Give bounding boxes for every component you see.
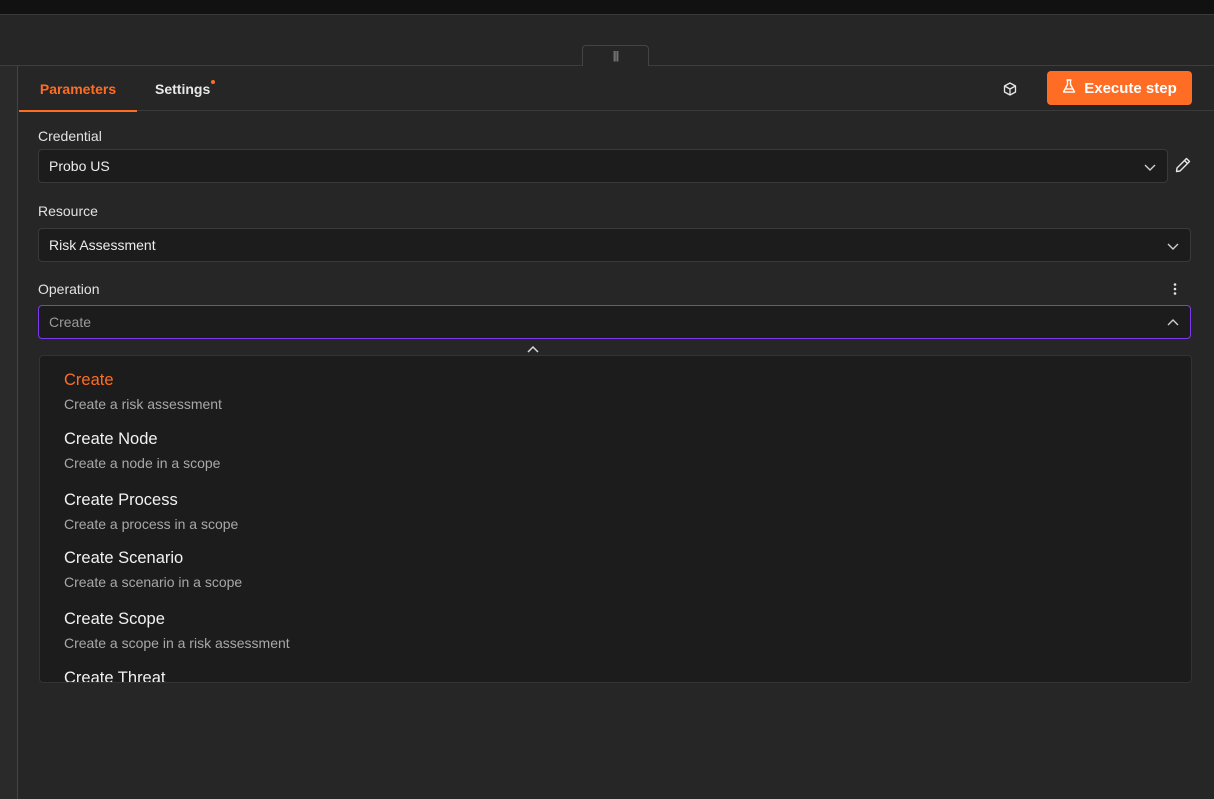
- option-title: Create Node: [64, 430, 158, 448]
- option-title: Create Scenario: [64, 549, 184, 567]
- left-strip: [0, 66, 18, 799]
- option-title: Create: [64, 371, 114, 389]
- tab-settings-label: Settings: [155, 80, 211, 97]
- resource-select[interactable]: Risk Assessment: [38, 228, 1191, 262]
- credential-select[interactable]: Probo US: [38, 149, 1168, 183]
- resource-value: Risk Assessment: [49, 237, 156, 253]
- chevron-down-icon: [1144, 164, 1156, 171]
- unsaved-dot-icon: [211, 80, 216, 84]
- node-parameters-panel: Parameters Settings Execute step Credent…: [19, 66, 1214, 799]
- option-desc: Create a process in a scope: [64, 516, 239, 532]
- execute-step-label: Execute step: [1084, 79, 1177, 97]
- option-create-scope[interactable]: Create Scope Create a scope in a risk as…: [64, 610, 290, 651]
- tab-settings[interactable]: Settings: [155, 66, 216, 111]
- option-desc: Create a scope in a risk assessment: [64, 635, 290, 651]
- more-options-icon[interactable]: [1167, 280, 1183, 298]
- resource-label: Resource: [38, 203, 98, 219]
- tabs-bar: Parameters Settings Execute step: [19, 66, 1214, 112]
- option-create-threat[interactable]: Create Threat: [64, 669, 166, 683]
- option-title: Create Scope: [64, 610, 165, 628]
- cube-icon[interactable]: [999, 78, 1021, 100]
- dropdown-pointer-icon: [527, 345, 539, 353]
- option-desc: Create a scenario in a scope: [64, 574, 243, 590]
- option-title: Create Process: [64, 491, 178, 509]
- operation-search-input[interactable]: [49, 314, 1099, 330]
- flask-icon: [1062, 78, 1076, 98]
- operation-label: Operation: [38, 281, 100, 297]
- option-desc: Create a risk assessment: [64, 396, 222, 412]
- option-create-node[interactable]: Create Node Create a node in a scope: [64, 430, 220, 471]
- credential-label: Credential: [38, 128, 102, 144]
- operation-dropdown: Create Create a risk assessment Create N…: [39, 355, 1192, 683]
- chevron-down-icon: [1167, 243, 1179, 250]
- edit-credential-icon[interactable]: [1174, 156, 1194, 176]
- execute-step-button[interactable]: Execute step: [1047, 71, 1192, 105]
- credential-value: Probo US: [49, 158, 110, 174]
- chevron-up-icon: [1167, 319, 1179, 326]
- grip-icon: |||: [612, 50, 620, 62]
- option-title: Create Threat: [64, 669, 166, 683]
- operation-select[interactable]: [38, 305, 1191, 339]
- option-create-scenario[interactable]: Create Scenario Create a scenario in a s…: [64, 549, 242, 590]
- panel-resize-handle[interactable]: |||: [582, 45, 649, 66]
- option-create[interactable]: Create Create a risk assessment: [64, 371, 222, 412]
- top-bar: [0, 0, 1214, 15]
- tab-parameters[interactable]: Parameters: [19, 66, 137, 112]
- option-desc: Create a node in a scope: [64, 455, 221, 471]
- option-create-process[interactable]: Create Process Create a process in a sco…: [64, 491, 238, 532]
